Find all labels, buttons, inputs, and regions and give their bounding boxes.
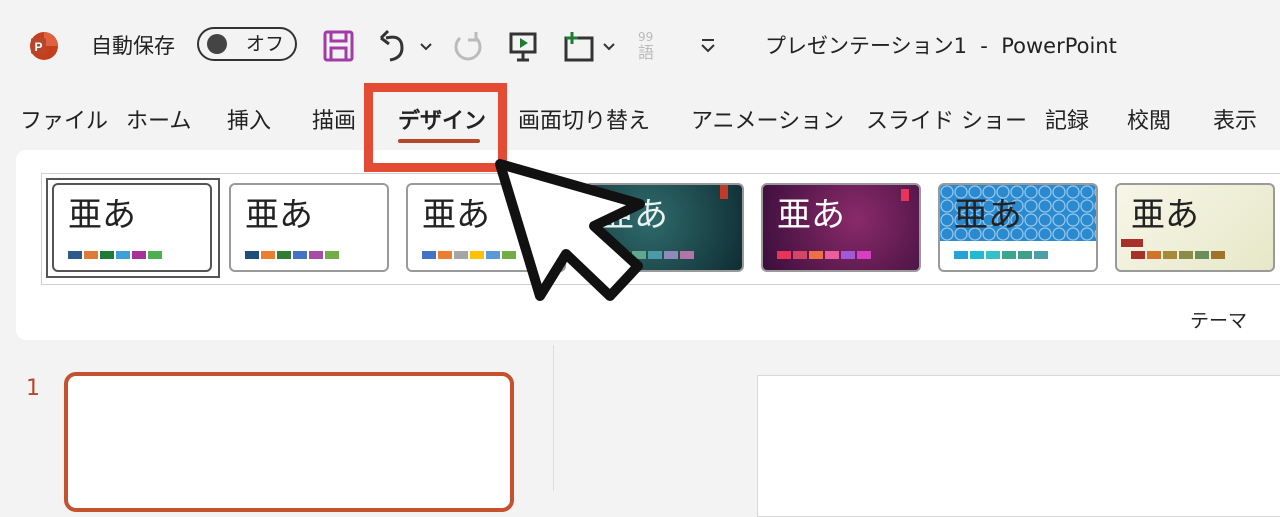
theme-preview-text: 亜あ — [777, 195, 845, 235]
svg-text:語: 語 — [638, 43, 654, 62]
theme-accent-ribbon — [1121, 239, 1143, 247]
theme-office[interactable]: 亜あ — [52, 183, 212, 272]
customize-toolbar-icon[interactable] — [698, 26, 718, 66]
theme-color-swatch — [1163, 251, 1177, 259]
tab-slideshow[interactable]: スライド ショー — [866, 108, 1027, 136]
theme-color-swatch — [793, 251, 807, 259]
theme-color-swatch — [293, 251, 307, 259]
theme-color-swatch — [325, 251, 339, 259]
theme-color-swatch — [245, 251, 259, 259]
theme-color-swatch — [664, 251, 678, 259]
theme-swatches — [1131, 251, 1225, 259]
theme-color-swatch — [986, 251, 1000, 259]
autosave-label: 自動保存 — [91, 34, 175, 58]
tab-draw[interactable]: 描画 — [312, 108, 356, 136]
theme-swatches — [245, 251, 339, 259]
theme-office-2[interactable]: 亜あ — [229, 183, 389, 272]
theme-parchment[interactable]: 亜あ — [1115, 183, 1275, 272]
new-slide-dropdown-chevron-icon[interactable] — [602, 26, 616, 66]
theme-purple[interactable]: 亜あ — [761, 183, 921, 272]
theme-color-swatch — [1179, 251, 1193, 259]
theme-color-swatch — [1034, 251, 1048, 259]
theme-preview-text: 亜あ — [68, 195, 136, 235]
slide-thumbnail[interactable] — [64, 372, 514, 512]
theme-swatches — [777, 251, 871, 259]
present-from-start-icon[interactable] — [507, 26, 539, 66]
theme-color-swatch — [261, 251, 275, 259]
theme-color-swatch — [116, 251, 130, 259]
svg-text:P: P — [34, 40, 42, 54]
theme-color-swatch — [809, 251, 823, 259]
tab-file[interactable]: ファイル — [20, 108, 108, 136]
theme-color-swatch — [148, 251, 162, 259]
theme-color-swatch — [648, 251, 662, 259]
theme-swatches — [954, 251, 1048, 259]
title-bar: P 自動保存 オフ 99 語 プレゼンテーション1 - PowerPoint — [0, 0, 1280, 92]
theme-color-swatch — [857, 251, 871, 259]
tab-review[interactable]: 校閲 — [1127, 108, 1171, 136]
tab-animations[interactable]: アニメーション — [691, 108, 844, 136]
theme-color-swatch — [1195, 251, 1209, 259]
theme-color-swatch — [1131, 251, 1145, 259]
themes-group-label: テーマ — [1190, 310, 1248, 332]
theme-color-swatch — [309, 251, 323, 259]
autosave-toggle[interactable]: オフ — [197, 27, 297, 61]
theme-color-swatch — [1018, 251, 1032, 259]
theme-color-swatch — [422, 251, 436, 259]
theme-color-swatch — [84, 251, 98, 259]
tab-home[interactable]: ホーム — [126, 108, 191, 136]
theme-color-swatch — [277, 251, 291, 259]
theme-color-swatch — [438, 251, 452, 259]
mouse-pointer-icon — [495, 159, 645, 301]
undo-dropdown-chevron-icon[interactable] — [419, 26, 433, 66]
theme-color-swatch — [1147, 251, 1161, 259]
design-tab-highlight — [364, 83, 507, 172]
toggle-knob — [207, 34, 227, 54]
theme-preview-text: 亜あ — [245, 195, 313, 235]
slide-canvas[interactable] — [757, 375, 1280, 517]
theme-color-swatch — [777, 251, 791, 259]
theme-color-swatch — [68, 251, 82, 259]
new-slide-icon[interactable] — [562, 26, 598, 66]
tab-transitions[interactable]: 画面切り替え — [518, 108, 650, 136]
redo-icon[interactable] — [450, 26, 486, 66]
theme-color-swatch — [841, 251, 855, 259]
theme-preview-text: 亜あ — [954, 195, 1022, 235]
tab-view[interactable]: 表示 — [1213, 108, 1257, 136]
theme-swatches — [68, 251, 162, 259]
theme-preview-text: 亜あ — [422, 195, 490, 235]
ribbon-tabs: ファイル ホーム 挿入 描画 デザイン 画面切り替え アニメーション スライド … — [0, 100, 1280, 144]
theme-preview-text: 亜あ — [1131, 195, 1199, 235]
svg-text:99: 99 — [638, 30, 653, 44]
tab-insert[interactable]: 挿入 — [227, 108, 271, 136]
theme-accent-tab — [720, 185, 728, 199]
powerpoint-logo-icon[interactable]: P — [28, 30, 60, 62]
theme-color-swatch — [680, 251, 694, 259]
tab-record[interactable]: 記録 — [1045, 108, 1089, 136]
theme-accent-tab — [901, 189, 909, 201]
furigana-icon[interactable]: 99 語 — [635, 26, 673, 66]
theme-color-swatch — [825, 251, 839, 259]
theme-color-swatch — [454, 251, 468, 259]
pane-divider[interactable] — [553, 345, 554, 491]
slide-number: 1 — [26, 376, 40, 401]
theme-color-swatch — [132, 251, 146, 259]
theme-color-swatch — [1211, 251, 1225, 259]
theme-blue-pattern[interactable]: 亜あ — [938, 183, 1098, 272]
document-title: プレゼンテーション1 - PowerPoint — [765, 34, 1117, 58]
undo-icon[interactable] — [378, 26, 408, 66]
theme-color-swatch — [470, 251, 484, 259]
save-icon[interactable] — [322, 26, 356, 66]
theme-color-swatch — [970, 251, 984, 259]
theme-color-swatch — [100, 251, 114, 259]
theme-color-swatch — [1002, 251, 1016, 259]
autosave-state: オフ — [246, 33, 285, 55]
theme-color-swatch — [954, 251, 968, 259]
